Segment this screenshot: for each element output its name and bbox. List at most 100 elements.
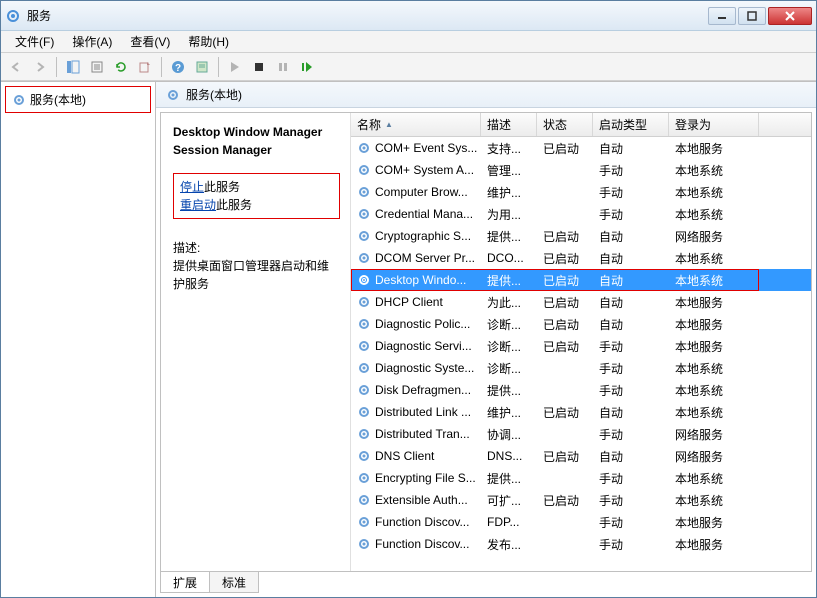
tree-root-label: 服务(本地): [30, 91, 86, 108]
tab-extended[interactable]: 扩展: [160, 572, 210, 593]
help-button[interactable]: ?: [167, 56, 189, 78]
cell-name: Extensible Auth...: [351, 493, 481, 507]
restart-service-link[interactable]: 重启动: [180, 198, 216, 212]
cell-desc: 提供...: [481, 470, 537, 487]
service-name-text: Disk Defragmen...: [375, 383, 471, 397]
svg-text:?: ?: [175, 63, 181, 74]
cell-desc: 提供...: [481, 382, 537, 399]
cell-start: 自动: [593, 250, 669, 267]
gear-icon: [357, 515, 371, 529]
cell-desc: 协调...: [481, 426, 537, 443]
service-row[interactable]: Desktop Windo...提供...已启动自动本地系统: [351, 269, 811, 291]
service-name-text: Extensible Auth...: [375, 493, 468, 507]
service-row[interactable]: Distributed Link ...维护...已启动自动本地系统: [351, 401, 811, 423]
toolbar: ?: [1, 53, 816, 81]
cell-status: 已启动: [537, 140, 593, 157]
cell-desc: 提供...: [481, 272, 537, 289]
export-list-button[interactable]: [134, 56, 156, 78]
service-name-text: Distributed Link ...: [375, 405, 471, 419]
content-header: 服务(本地): [156, 82, 816, 108]
service-row[interactable]: DHCP Client为此...已启动自动本地服务: [351, 291, 811, 313]
service-row[interactable]: Extensible Auth...可扩...已启动手动本地系统: [351, 489, 811, 511]
gear-icon: [357, 317, 371, 331]
cell-name: Function Discov...: [351, 537, 481, 551]
list-body[interactable]: COM+ Event Sys...支持...已启动自动本地服务COM+ Syst…: [351, 137, 811, 571]
service-row[interactable]: Diagnostic Syste...诊断...手动本地系统: [351, 357, 811, 379]
refresh-button[interactable]: [110, 56, 132, 78]
gear-icon: [357, 449, 371, 463]
service-row[interactable]: Credential Mana...为用...手动本地系统: [351, 203, 811, 225]
services-window: 服务 文件(F) 操作(A) 查看(V) 帮助(H) ?: [0, 0, 817, 598]
column-logon[interactable]: 登录为: [669, 113, 759, 136]
cell-start: 手动: [593, 514, 669, 531]
cell-name: Distributed Tran...: [351, 427, 481, 441]
gear-icon: [357, 141, 371, 155]
service-row[interactable]: Disk Defragmen...提供...手动本地系统: [351, 379, 811, 401]
cell-desc: 可扩...: [481, 492, 537, 509]
content-pane: 服务(本地) Desktop Window Manager Session Ma…: [156, 82, 816, 597]
column-desc[interactable]: 描述: [481, 113, 537, 136]
maximize-button[interactable]: [738, 7, 766, 25]
restart-service-button[interactable]: [296, 56, 318, 78]
cell-logon: 本地系统: [669, 272, 759, 289]
service-row[interactable]: Distributed Tran...协调...手动网络服务: [351, 423, 811, 445]
main-body: 服务(本地) 服务(本地) Desktop Window Manager Ses…: [1, 81, 816, 597]
cell-start: 自动: [593, 272, 669, 289]
service-row[interactable]: DCOM Server Pr...DCO...已启动自动本地系统: [351, 247, 811, 269]
tab-standard[interactable]: 标准: [209, 572, 259, 593]
menu-file[interactable]: 文件(F): [7, 31, 62, 52]
column-name[interactable]: 名称: [351, 113, 481, 136]
cell-start: 自动: [593, 316, 669, 333]
minimize-button[interactable]: [708, 7, 736, 25]
stop-service-link[interactable]: 停止: [180, 180, 204, 194]
cell-desc: 为用...: [481, 206, 537, 223]
cell-name: Function Discov...: [351, 515, 481, 529]
menu-help[interactable]: 帮助(H): [180, 31, 237, 52]
properties-sheet-button[interactable]: [191, 56, 213, 78]
service-row[interactable]: Diagnostic Polic...诊断...已启动自动本地服务: [351, 313, 811, 335]
service-row[interactable]: Computer Brow...维护...手动本地系统: [351, 181, 811, 203]
service-row[interactable]: COM+ System A...管理...手动本地系统: [351, 159, 811, 181]
cell-logon: 本地系统: [669, 360, 759, 377]
service-row[interactable]: Diagnostic Servi...诊断...已启动手动本地服务: [351, 335, 811, 357]
cell-desc: 诊断...: [481, 316, 537, 333]
description-text: 提供桌面窗口管理器启动和维护服务: [173, 257, 340, 293]
cell-name: Disk Defragmen...: [351, 383, 481, 397]
column-status[interactable]: 状态: [537, 113, 593, 136]
properties-button[interactable]: [86, 56, 108, 78]
gear-icon: [357, 471, 371, 485]
service-list-pane: 名称 描述 状态 启动类型 登录为 COM+ Event Sys...支持...…: [351, 113, 811, 571]
menubar: 文件(F) 操作(A) 查看(V) 帮助(H): [1, 31, 816, 53]
cell-name: Encrypting File S...: [351, 471, 481, 485]
service-name-text: DNS Client: [375, 449, 434, 463]
service-row[interactable]: Cryptographic S...提供...已启动自动网络服务: [351, 225, 811, 247]
cell-logon: 本地服务: [669, 338, 759, 355]
cell-logon: 本地系统: [669, 404, 759, 421]
show-hide-tree-button[interactable]: [62, 56, 84, 78]
stop-service-button[interactable]: [248, 56, 270, 78]
close-button[interactable]: [768, 7, 812, 25]
service-name-text: COM+ Event Sys...: [375, 141, 477, 155]
cell-desc: DCO...: [481, 251, 537, 265]
cell-desc: 提供...: [481, 228, 537, 245]
cell-logon: 本地系统: [669, 492, 759, 509]
service-name-text: Diagnostic Servi...: [375, 339, 472, 353]
cell-start: 自动: [593, 228, 669, 245]
service-row[interactable]: COM+ Event Sys...支持...已启动自动本地服务: [351, 137, 811, 159]
cell-desc: 为此...: [481, 294, 537, 311]
service-row[interactable]: Function Discov...发布...手动本地服务: [351, 533, 811, 555]
cell-name: Desktop Windo...: [351, 273, 481, 287]
service-row[interactable]: DNS ClientDNS...已启动自动网络服务: [351, 445, 811, 467]
cell-logon: 本地服务: [669, 294, 759, 311]
description-label: 描述:: [173, 239, 340, 257]
window-title: 服务: [27, 7, 706, 24]
toolbar-separator: [218, 57, 219, 77]
cell-status: 已启动: [537, 492, 593, 509]
cell-logon: 本地服务: [669, 316, 759, 333]
tree-root-node[interactable]: 服务(本地): [8, 89, 148, 110]
service-row[interactable]: Encrypting File S...提供...手动本地系统: [351, 467, 811, 489]
service-row[interactable]: Function Discov...FDP...手动本地服务: [351, 511, 811, 533]
menu-action[interactable]: 操作(A): [64, 31, 120, 52]
column-start-type[interactable]: 启动类型: [593, 113, 669, 136]
menu-view[interactable]: 查看(V): [122, 31, 178, 52]
